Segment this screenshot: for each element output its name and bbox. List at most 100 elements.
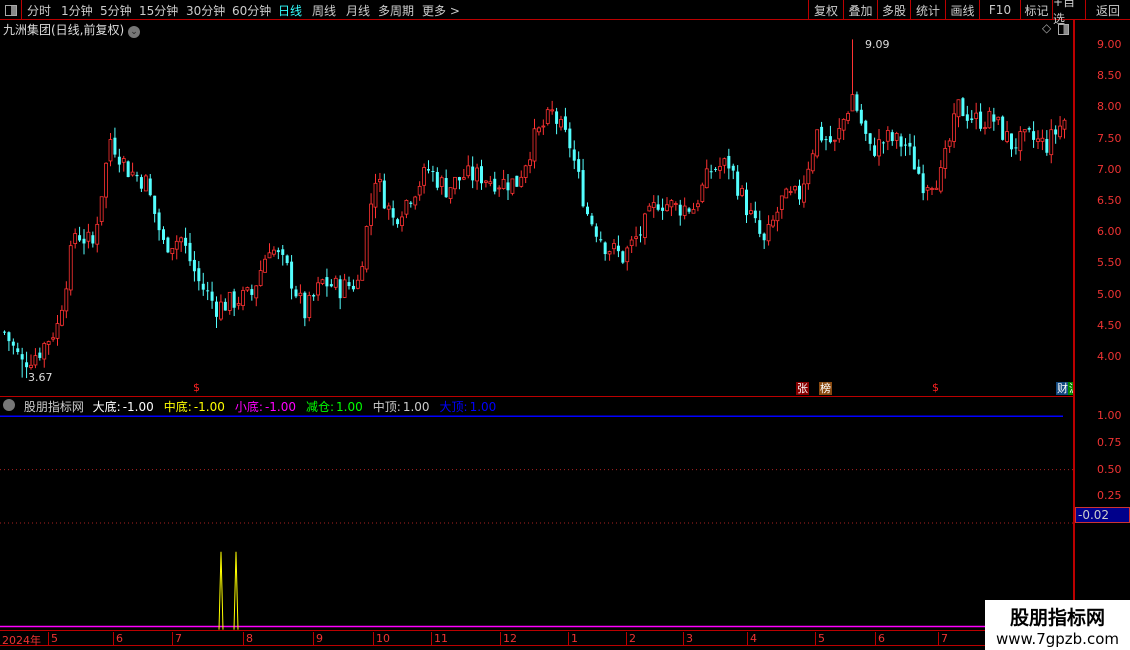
candle-body <box>510 178 515 194</box>
candle-body <box>1049 129 1054 156</box>
candle-body <box>519 176 524 187</box>
candle <box>528 151 532 174</box>
tab-period-7[interactable]: 周线 <box>312 2 336 19</box>
tab-period-1[interactable]: 1分钟 <box>61 2 93 19</box>
toolbar-button-7[interactable]: +自选 <box>1052 0 1085 26</box>
candle <box>497 185 502 197</box>
toolbar-button-6[interactable]: 标记 <box>1020 0 1052 20</box>
candle <box>661 198 665 220</box>
candle <box>873 137 877 158</box>
candle-body <box>391 208 395 218</box>
badge-bang[interactable]: 榜 <box>819 382 832 395</box>
date-label: 11 <box>431 632 448 646</box>
candle <box>678 199 682 226</box>
tab-period-3[interactable]: 15分钟 <box>139 2 178 19</box>
tab-period-8[interactable]: 月线 <box>346 2 370 19</box>
candle-body <box>930 188 934 190</box>
date-label: 9 <box>313 632 323 646</box>
candle <box>82 229 86 255</box>
candle <box>691 202 696 214</box>
candle-body <box>1058 125 1062 138</box>
toolbar-button-3[interactable]: 统计 <box>910 0 945 20</box>
candle <box>599 231 603 243</box>
candle <box>215 296 218 328</box>
layout-toggle-icon[interactable] <box>0 0 22 20</box>
toolbar-button-8[interactable]: 返回 <box>1085 0 1130 20</box>
candle <box>1014 138 1018 155</box>
candle-body <box>338 279 342 299</box>
candle <box>970 110 974 123</box>
candle <box>682 197 687 220</box>
candle <box>78 226 82 242</box>
candle <box>753 201 757 223</box>
candle-body <box>422 167 426 186</box>
candle <box>846 111 850 125</box>
candle-body <box>1010 133 1013 150</box>
badge-zhang[interactable]: 张 <box>796 382 809 395</box>
candle-body <box>775 211 780 222</box>
candle <box>188 232 192 266</box>
candle <box>417 181 422 201</box>
date-label: 10 <box>373 632 390 646</box>
tab-period-2[interactable]: 5分钟 <box>100 2 132 19</box>
candle-body <box>709 171 713 173</box>
tab-period-5[interactable]: 60分钟 <box>232 2 271 19</box>
indicator-chart[interactable] <box>0 400 1073 630</box>
candle <box>815 129 820 159</box>
toolbar-button-2[interactable]: 多股 <box>877 0 910 20</box>
candle-body <box>727 155 731 169</box>
candle <box>568 122 572 158</box>
candle-body <box>95 223 100 245</box>
candle-body <box>938 167 943 192</box>
dollar-icon[interactable]: $ <box>193 381 200 394</box>
candle-body <box>307 295 312 318</box>
toolbar-button-0[interactable]: 复权 <box>808 0 843 20</box>
badge-pai[interactable]: 派 <box>1068 382 1073 395</box>
price-tick: 8.00 <box>1097 100 1122 114</box>
candle-body <box>227 291 232 311</box>
candle-body <box>184 237 188 246</box>
toolbar-button-5[interactable]: F10 <box>979 0 1020 20</box>
tab-period-10[interactable]: 更多 > <box>422 2 460 19</box>
candle <box>793 185 797 194</box>
candle-body <box>714 168 718 170</box>
candle <box>1010 133 1013 157</box>
candle-body <box>342 279 347 298</box>
candle-body <box>20 354 24 360</box>
toolbar-button-4[interactable]: 画线 <box>945 0 979 20</box>
candle <box>143 174 148 192</box>
candle-body <box>784 188 789 199</box>
candle <box>91 231 95 248</box>
candle-body <box>974 112 979 119</box>
candle <box>457 176 461 190</box>
tab-period-6[interactable]: 日线 <box>278 2 302 19</box>
candle <box>749 202 753 216</box>
candle <box>219 294 223 321</box>
price-tick: 4.50 <box>1097 318 1122 332</box>
tab-period-9[interactable]: 多周期 <box>378 2 414 19</box>
candle-body <box>73 233 78 244</box>
candle <box>515 175 519 188</box>
toolbar-button-1[interactable]: 叠加 <box>843 0 877 20</box>
date-label: 1 <box>568 632 578 646</box>
candle-body <box>656 204 660 210</box>
candle-body <box>639 234 642 236</box>
candle-body <box>528 159 532 166</box>
dollar-icon[interactable]: $ <box>932 381 939 394</box>
candle <box>493 171 497 195</box>
candle <box>64 281 69 319</box>
price-chart[interactable] <box>0 20 1073 397</box>
candle-body <box>868 133 872 144</box>
candle-body <box>135 174 139 177</box>
candle <box>885 126 890 151</box>
candle-body <box>91 235 95 244</box>
candle <box>779 195 784 219</box>
candle <box>828 125 832 144</box>
candle-body <box>1036 138 1040 142</box>
tab-period-4[interactable]: 30分钟 <box>186 2 225 19</box>
candle <box>656 195 660 212</box>
candle-body <box>497 187 502 190</box>
candle-body <box>285 255 289 264</box>
tab-period-0[interactable]: 分时 <box>27 2 51 19</box>
candle <box>227 291 232 315</box>
